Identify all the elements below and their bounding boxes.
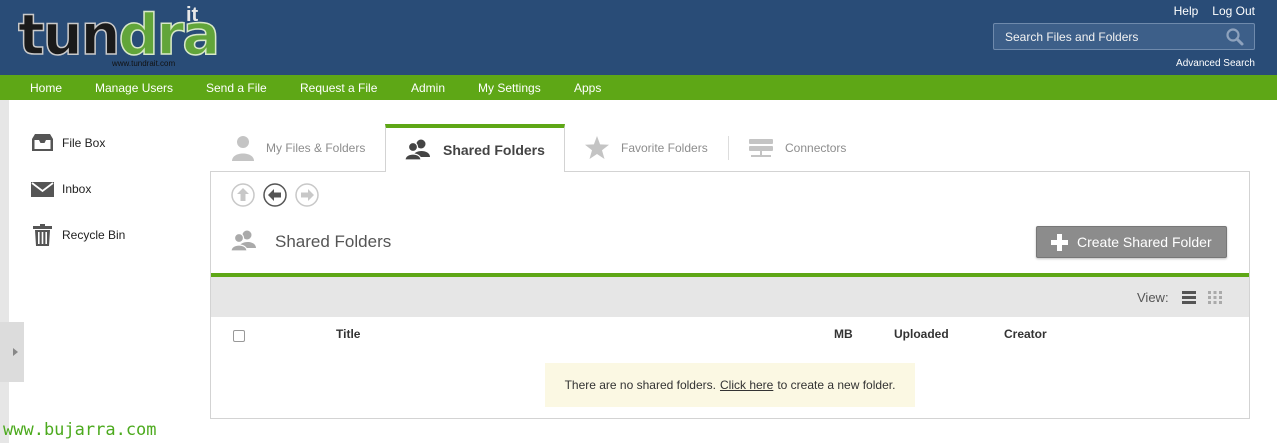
sidebar-expand-handle[interactable]	[0, 322, 24, 382]
create-folder-link[interactable]: Click here	[720, 378, 773, 392]
tundra-logo[interactable]: tundra it www.tundrait.com	[17, 3, 220, 70]
search-icon[interactable]	[1224, 27, 1246, 47]
advanced-search-link[interactable]: Advanced Search	[1176, 58, 1255, 69]
inbox-tray-icon	[30, 131, 55, 155]
empty-state-message: There are no shared folders. Click here …	[545, 363, 915, 407]
column-header-title[interactable]: Title	[336, 327, 360, 341]
column-header-uploaded[interactable]: Uploaded	[894, 327, 949, 341]
main-nav: Home Manage Users Send a File Request a …	[0, 75, 1277, 100]
tab-my-files-folders[interactable]: My Files & Folders	[231, 124, 365, 172]
nav-manage-users[interactable]: Manage Users	[95, 81, 173, 95]
nav-my-settings[interactable]: My Settings	[478, 81, 541, 95]
nav-send-file[interactable]: Send a File	[206, 81, 267, 95]
tab-label: Favorite Folders	[621, 141, 708, 155]
user-icon	[231, 135, 255, 161]
search-box	[993, 23, 1255, 50]
column-header-mb[interactable]: MB	[834, 327, 853, 341]
page-title: Shared Folders	[275, 232, 392, 251]
create-shared-folder-button[interactable]: Create Shared Folder	[1036, 226, 1227, 258]
logo-text-dark: tun	[17, 3, 121, 68]
tab-favorite-folders[interactable]: Favorite Folders	[584, 124, 708, 172]
search-input[interactable]	[994, 24, 1219, 49]
tab-divider	[728, 136, 729, 160]
sidebar-item-label: Recycle Bin	[62, 228, 126, 242]
nav-admin[interactable]: Admin	[411, 81, 445, 95]
plus-icon	[1051, 233, 1068, 251]
tab-label: Shared Folders	[443, 142, 545, 158]
sidebar-item-recycle-bin[interactable]: Recycle Bin	[30, 223, 125, 247]
logout-link[interactable]: Log Out	[1212, 4, 1255, 18]
app-header: tundra it www.tundrait.com Help Log Out …	[0, 0, 1277, 75]
button-label: Create Shared Folder	[1077, 234, 1212, 250]
grid-view-icon[interactable]	[1208, 291, 1222, 304]
nav-home[interactable]: Home	[30, 81, 62, 95]
forward-arrow-icon[interactable]	[295, 183, 319, 207]
chevron-right-icon	[13, 348, 18, 356]
tab-shared-folders[interactable]: Shared Folders	[385, 124, 565, 172]
users-icon	[230, 230, 258, 252]
logo-superscript: it	[186, 4, 199, 26]
column-header-creator[interactable]: Creator	[1004, 327, 1047, 341]
left-edge-strip	[0, 100, 9, 443]
view-toolbar: View:	[211, 277, 1249, 317]
back-arrow-icon[interactable]	[263, 183, 287, 207]
trash-icon	[30, 223, 55, 247]
empty-message-text-after: to create a new folder.	[777, 378, 896, 392]
server-icon	[748, 137, 774, 159]
watermark: www.bujarra.com	[3, 420, 157, 440]
sidebar-item-inbox[interactable]: Inbox	[30, 177, 91, 201]
empty-message-text: There are no shared folders.	[564, 378, 716, 392]
star-icon	[584, 136, 610, 160]
nav-request-file[interactable]: Request a File	[300, 81, 377, 95]
sidebar-item-label: Inbox	[62, 182, 92, 196]
up-arrow-icon[interactable]	[231, 183, 255, 207]
nav-apps[interactable]: Apps	[574, 81, 601, 95]
list-view-icon[interactable]	[1182, 291, 1196, 304]
envelope-icon	[30, 177, 55, 201]
top-links: Help Log Out	[1174, 4, 1255, 18]
tab-connectors[interactable]: Connectors	[748, 124, 846, 172]
help-link[interactable]: Help	[1174, 4, 1199, 18]
users-icon	[404, 139, 431, 161]
view-label: View:	[1137, 290, 1169, 305]
sidebar-item-label: File Box	[62, 136, 106, 150]
select-all-checkbox[interactable]	[233, 330, 245, 342]
logo-url: www.tundrait.com	[112, 59, 176, 68]
sidebar-item-file-box[interactable]: File Box	[30, 131, 105, 155]
tab-label: My Files & Folders	[266, 141, 366, 155]
tab-label: Connectors	[785, 141, 847, 155]
